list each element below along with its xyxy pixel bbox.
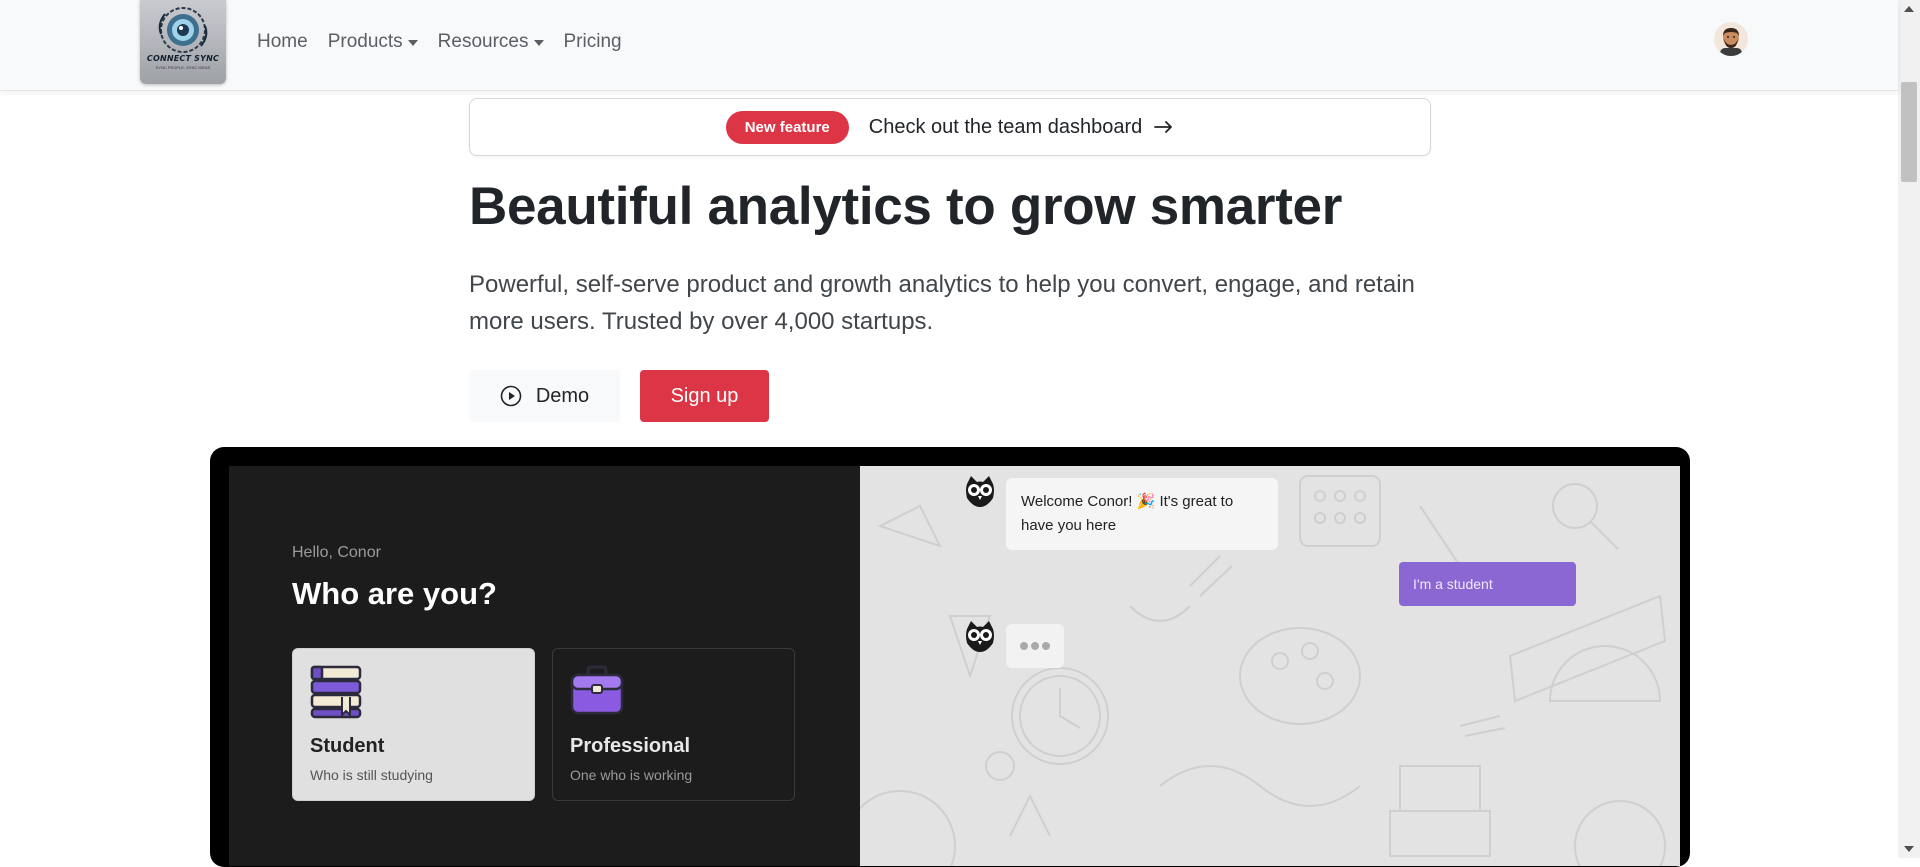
typing-dot bbox=[1020, 642, 1028, 650]
page-scrollbar[interactable] bbox=[1898, 0, 1920, 858]
hero-description: Powerful, self-serve product and growth … bbox=[469, 271, 1415, 335]
owl-bot-icon bbox=[966, 621, 994, 652]
announcement-text: Check out the team dashboard bbox=[868, 115, 1143, 138]
nav-home[interactable]: Home bbox=[257, 28, 308, 56]
student-option-card[interactable]: Student Who is still studying bbox=[292, 648, 535, 801]
owl-bot-icon bbox=[966, 476, 994, 507]
user-avatar-icon[interactable] bbox=[1714, 22, 1748, 56]
scrollbar-thumb[interactable] bbox=[1901, 82, 1917, 182]
arrow-right-icon bbox=[1154, 121, 1173, 133]
announcement-banner[interactable]: New feature Check out the team dashboard bbox=[469, 98, 1431, 156]
demo-button-label: Demo bbox=[535, 384, 590, 407]
caret-down-icon bbox=[407, 40, 418, 46]
nav-links: Home Products Resources Pricing bbox=[257, 28, 622, 56]
professional-card-subtitle: One who is working bbox=[570, 767, 693, 783]
typing-dot bbox=[1031, 642, 1039, 650]
user-message-bubble: I'm a student bbox=[1399, 562, 1576, 606]
nav-resources-dropdown[interactable]: Resources bbox=[438, 28, 544, 56]
onboarding-panel: Hello, Conor Who are you? Student Who is… bbox=[229, 466, 860, 866]
nav-home-label: Home bbox=[257, 31, 308, 52]
nav-resources-label: Resources bbox=[437, 31, 529, 52]
play-circle-icon bbox=[500, 385, 522, 407]
announcement-link[interactable]: Check out the team dashboard bbox=[869, 116, 1175, 139]
signup-button[interactable]: Sign up bbox=[640, 370, 769, 422]
logo-subtext: SYNC PEOPLE, SYNC IDEAS bbox=[155, 65, 211, 70]
student-card-title: Student bbox=[310, 735, 385, 757]
page-title: Beautiful analytics to grow smarter bbox=[469, 177, 1343, 236]
onboarding-question: Who are you? bbox=[292, 576, 497, 611]
student-card-subtitle: Who is still studying bbox=[310, 767, 433, 783]
logo-emblem-icon bbox=[158, 7, 208, 53]
briefcase-icon bbox=[570, 665, 624, 715]
brand-logo[interactable]: CONNECT SYNC SYNC PEOPLE, SYNC IDEAS bbox=[140, 0, 226, 84]
typing-dot bbox=[1042, 642, 1050, 650]
demo-button[interactable]: Demo bbox=[469, 370, 620, 422]
greeting-text: Hello, Conor bbox=[292, 544, 381, 561]
typing-indicator bbox=[1006, 624, 1064, 668]
professional-card-title: Professional bbox=[570, 735, 691, 757]
logo-text: CONNECT SYNC bbox=[146, 54, 220, 63]
scroll-down-arrow-icon[interactable] bbox=[1904, 846, 1914, 852]
chat-panel: Welcome Conor! 🎉 It's great to have you … bbox=[860, 466, 1680, 866]
nav-pricing-label: Pricing bbox=[563, 31, 622, 52]
nav-products-dropdown[interactable]: Products bbox=[328, 28, 418, 56]
bot-message-bubble: Welcome Conor! 🎉 It's great to have you … bbox=[1006, 478, 1278, 550]
nav-pricing[interactable]: Pricing bbox=[564, 28, 622, 56]
new-feature-badge: New feature bbox=[725, 110, 849, 144]
books-icon bbox=[310, 665, 362, 719]
professional-option-card[interactable]: Professional One who is working bbox=[552, 648, 795, 801]
scroll-up-arrow-icon[interactable] bbox=[1904, 6, 1914, 12]
nav-products-label: Products bbox=[327, 31, 403, 52]
navbar: CONNECT SYNC SYNC PEOPLE, SYNC IDEAS Hom… bbox=[0, 0, 1898, 91]
caret-down-icon bbox=[533, 40, 544, 46]
